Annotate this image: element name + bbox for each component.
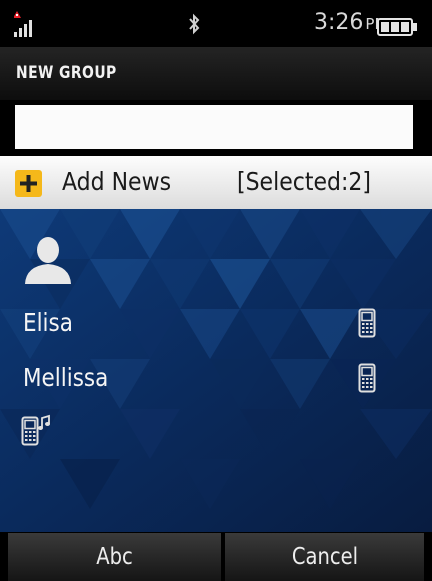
- member-name: Elisa: [23, 308, 73, 337]
- selected-count: [Selected:2]: [237, 167, 371, 196]
- status-bar: 3:26 PM: [0, 0, 432, 47]
- cancel-softkey-button[interactable]: Cancel: [225, 533, 424, 581]
- softkey-bar: Abc Cancel: [0, 532, 432, 581]
- group-name-field-container: [0, 100, 432, 156]
- cancel-softkey-label: Cancel: [291, 544, 358, 570]
- member-row-elisa[interactable]: Elisa: [0, 301, 432, 345]
- bluetooth-icon: [189, 13, 200, 35]
- group-name-input[interactable]: [15, 105, 413, 149]
- abc-softkey-label: Abc: [96, 544, 133, 570]
- member-list: Elisa Mellissa: [0, 209, 432, 532]
- member-name: Mellissa: [23, 363, 109, 392]
- mobile-phone-icon: [358, 363, 376, 393]
- plus-icon: [15, 170, 42, 197]
- signal-icon: [14, 11, 32, 37]
- add-news-label: Add News: [62, 167, 172, 196]
- contact-avatar-icon: [25, 237, 71, 284]
- member-row-mellissa[interactable]: Mellissa: [0, 356, 432, 400]
- abc-softkey-button[interactable]: Abc: [8, 533, 221, 581]
- mobile-phone-icon: [358, 308, 376, 338]
- title-bar: NEW GROUP: [0, 47, 432, 100]
- page-title: NEW GROUP: [16, 63, 117, 83]
- ringtone-icon: [21, 414, 50, 446]
- add-news-button[interactable]: Add News [Selected:2]: [0, 156, 432, 209]
- phone-screen: 3:26PM NEW GROUP Add News [Selected:2]: [0, 0, 432, 581]
- battery-icon: [377, 18, 417, 36]
